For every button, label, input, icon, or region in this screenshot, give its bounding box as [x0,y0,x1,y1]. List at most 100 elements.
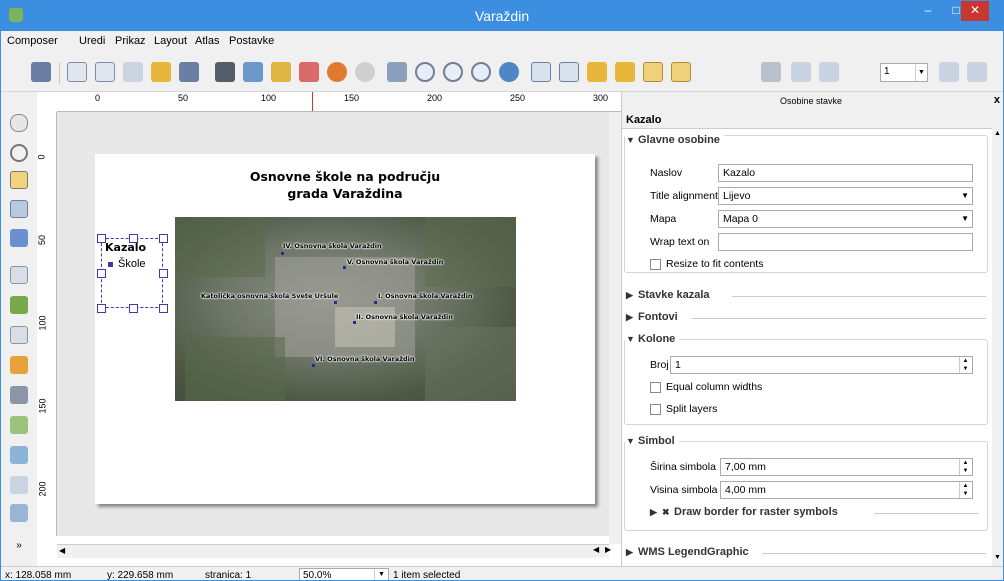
first-feature-icon[interactable] [791,62,811,82]
mapa-select[interactable]: Mapa 0 ▼ [718,210,973,228]
redo-icon[interactable] [355,62,375,82]
resize-handle[interactable] [159,269,168,278]
add-scalebar-icon[interactable] [10,386,28,404]
draw-border-raster-section[interactable]: ▶ ✖ Draw border for raster symbols [650,506,838,518]
resize-handle[interactable] [159,304,168,313]
resize-handle[interactable] [97,269,106,278]
minimize-button[interactable]: – [914,1,942,21]
print-icon[interactable] [215,62,235,82]
resize-to-fit-checkbox[interactable] [650,259,661,270]
menu-prikaz[interactable]: Prikaz [115,35,146,47]
scroll-left-icon[interactable]: ◀ [593,545,599,554]
lock-items-icon[interactable] [531,62,551,82]
scroll-up-icon[interactable]: ▲ [994,130,1001,137]
zoom-full-icon[interactable] [387,62,407,82]
last-feature-icon[interactable] [967,62,987,82]
add-polygon-icon[interactable] [10,446,28,464]
new-composer-icon[interactable] [67,62,87,82]
refresh-icon[interactable] [499,62,519,82]
menu-composer[interactable]: Composer [7,35,58,47]
composition-area[interactable]: Osnovne škole na području grada Varaždin… [57,112,609,536]
add-image-icon[interactable] [10,296,28,314]
section-label: Stavke kazala [638,289,710,301]
zoom-tool-icon[interactable] [10,144,28,162]
add-attribute-table-icon[interactable] [10,504,28,522]
menu-uredi[interactable]: Uredi [79,35,105,47]
menu-layout[interactable]: Layout [154,35,187,47]
symbol-width-spinbox[interactable]: 7,00 mm ▲ ▼ [720,458,973,476]
spin-arrows-icon[interactable]: ▲ ▼ [959,482,971,498]
add-polyline-icon[interactable] [10,476,28,494]
checked-box-icon[interactable]: ✖ [662,507,674,518]
broj-spinbox[interactable]: 1 ▲ ▼ [670,356,973,374]
spin-arrows-icon[interactable]: ▲ ▼ [959,357,971,373]
close-button[interactable]: ✕ [961,1,989,21]
more-tools-icon[interactable]: » [10,540,28,552]
open-template-icon[interactable] [151,62,171,82]
wrap-text-input[interactable] [718,233,973,251]
section-columns[interactable]: ▼ Kolone [626,333,680,345]
pan-hand-icon[interactable] [10,114,28,132]
section-label: Kolone [638,333,676,345]
atlas-preview-icon[interactable] [761,62,781,82]
add-legend-icon[interactable] [10,356,28,374]
export-svg-icon[interactable] [271,62,291,82]
section-main-properties[interactable]: ▼ Glavne osobine [626,134,724,146]
close-panel-icon[interactable]: x [994,94,1000,106]
unlock-items-icon[interactable] [559,62,579,82]
zoom-combo[interactable]: 50.0% ▼ [299,568,389,580]
scroll-down-icon[interactable]: ▼ [994,554,1001,561]
undo-icon[interactable] [327,62,347,82]
naslov-input[interactable]: Kazalo [718,164,973,182]
export-pdf-icon[interactable] [299,62,319,82]
export-image-icon[interactable] [243,62,263,82]
resize-handle[interactable] [97,234,106,243]
chevron-down-icon[interactable]: ▼ [915,64,927,81]
add-map-icon[interactable] [10,266,28,284]
group-items-icon[interactable] [643,62,663,82]
lock-icon[interactable] [587,62,607,82]
point-symbol-icon [108,261,113,267]
zoom-out-icon[interactable] [471,62,491,82]
zoom-actual-icon[interactable] [415,62,435,82]
atlas-page-field[interactable]: 1 ▼ [880,63,928,82]
section-symbol[interactable]: ▼ Simbol [626,435,679,447]
section-legend-items[interactable]: ▶ Stavke kazala [626,289,710,301]
panel-vertical-scrollbar[interactable]: ▲ ▼ [992,128,1003,566]
composer-manager-icon[interactable] [123,62,143,82]
ungroup-items-icon[interactable] [671,62,691,82]
legend-item[interactable]: Kazalo Škole [97,234,168,313]
previous-feature-icon[interactable] [819,62,839,82]
add-label-icon[interactable] [10,326,28,344]
add-shape-icon[interactable] [10,416,28,434]
page-sheet[interactable]: Osnovne škole na području grada Varaždin… [95,154,595,504]
spin-arrows-icon[interactable]: ▲ ▼ [959,459,971,475]
split-layers-checkbox[interactable] [650,404,661,415]
canvas-vertical-scrollbar[interactable] [609,112,621,544]
next-feature-icon[interactable] [939,62,959,82]
scroll-right-icon[interactable]: ▶ [605,545,611,554]
map-item[interactable]: IV. Osnovna škola Varaždin V. Osnovna šk… [175,217,516,401]
composition-title[interactable]: Osnovne škole na području grada Varaždin… [235,168,455,202]
resize-handle[interactable] [159,234,168,243]
title-alignment-select[interactable]: Lijevo ▼ [718,187,973,205]
section-fonts[interactable]: ▶ Fontovi [626,311,678,323]
resize-handle[interactable] [129,304,138,313]
equal-column-widths-checkbox[interactable] [650,382,661,393]
move-content-icon[interactable] [10,200,28,218]
resize-handle[interactable] [97,304,106,313]
save-template-icon[interactable] [179,62,199,82]
duplicate-composer-icon[interactable] [95,62,115,82]
scroll-left-icon[interactable]: ◀ [59,546,65,555]
save-project-icon[interactable] [31,62,51,82]
menu-postavke[interactable]: Postavke [229,35,274,47]
menu-atlas[interactable]: Atlas [195,35,219,47]
zoom-in-icon[interactable] [443,62,463,82]
resize-handle[interactable] [129,234,138,243]
section-wms-legendgraphic[interactable]: ▶ WMS LegendGraphic [626,546,749,558]
unlock-icon[interactable] [615,62,635,82]
select-move-item-icon[interactable] [10,171,28,189]
canvas-horizontal-scrollbar[interactable]: ◀ [57,544,609,558]
symbol-height-spinbox[interactable]: 4,00 mm ▲ ▼ [720,481,973,499]
edit-nodes-icon[interactable] [10,229,28,247]
